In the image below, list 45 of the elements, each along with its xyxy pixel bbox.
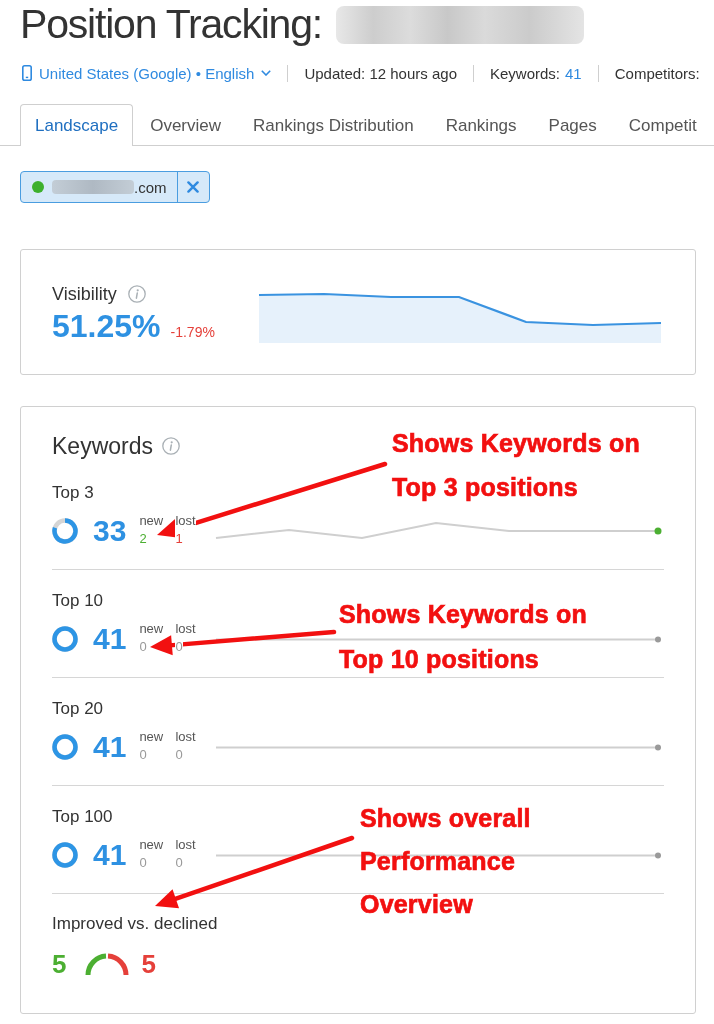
improved-declined-label: Improved vs. declined	[52, 914, 218, 934]
progress-ring	[52, 518, 78, 544]
tab[interactable]: Competit	[613, 104, 712, 146]
lost-label: lost	[175, 513, 196, 529]
row-label: Top 20	[52, 699, 104, 719]
declined-count: 5	[141, 948, 156, 980]
tab[interactable]: Pages	[533, 104, 612, 146]
annotation-text: Shows Keywords on	[339, 601, 587, 627]
progress-ring	[52, 734, 78, 760]
tab[interactable]: Rankings Distribution	[238, 104, 429, 146]
location-dropdown[interactable]: United States (Google) • English	[22, 64, 272, 82]
domain-label: .com	[134, 178, 167, 196]
improved-count: 5	[52, 948, 67, 980]
row-label: Top 3	[52, 483, 94, 503]
chevron-down-icon	[261, 70, 272, 76]
keywords-title: Keywords	[52, 433, 153, 459]
tab[interactable]: Overview	[135, 104, 237, 146]
phone-icon	[22, 65, 32, 81]
annotation-text: Top 10 positions	[339, 646, 539, 672]
annotation-text: Top 3 positions	[392, 474, 578, 500]
page-title: Position Tracking:	[20, 0, 322, 48]
keywords-label: Keywords:	[490, 64, 561, 82]
competitors-label: Competitors:	[614, 64, 700, 82]
annotation-text: Overview	[360, 891, 473, 917]
annotation-text: Shows overall	[360, 805, 531, 831]
progress-ring	[52, 626, 78, 652]
tab[interactable]: Landscape	[20, 104, 134, 146]
info-icon	[162, 437, 180, 455]
progress-ring	[52, 842, 78, 868]
annotation-text: Shows Keywords on	[392, 430, 640, 456]
keyword-count: 41	[93, 730, 127, 764]
visibility-value: 51.25%	[52, 310, 161, 342]
info-icon	[127, 285, 146, 303]
row-label: Top 10	[52, 591, 104, 611]
keyword-count: 33	[93, 514, 127, 548]
keyword-count: 41	[93, 838, 127, 872]
visibility-label: Visibility	[52, 284, 117, 304]
updated-text: Updated: 12 hours ago	[304, 64, 457, 82]
annotation-text: Performance	[360, 848, 516, 874]
visibility-change: -1.79%	[170, 324, 215, 340]
row-label: Top 100	[52, 807, 113, 827]
keywords-count-link[interactable]: 41	[565, 64, 582, 82]
close-icon	[187, 181, 199, 193]
tab[interactable]: Rankings	[430, 104, 532, 146]
keyword-count: 41	[93, 622, 127, 656]
